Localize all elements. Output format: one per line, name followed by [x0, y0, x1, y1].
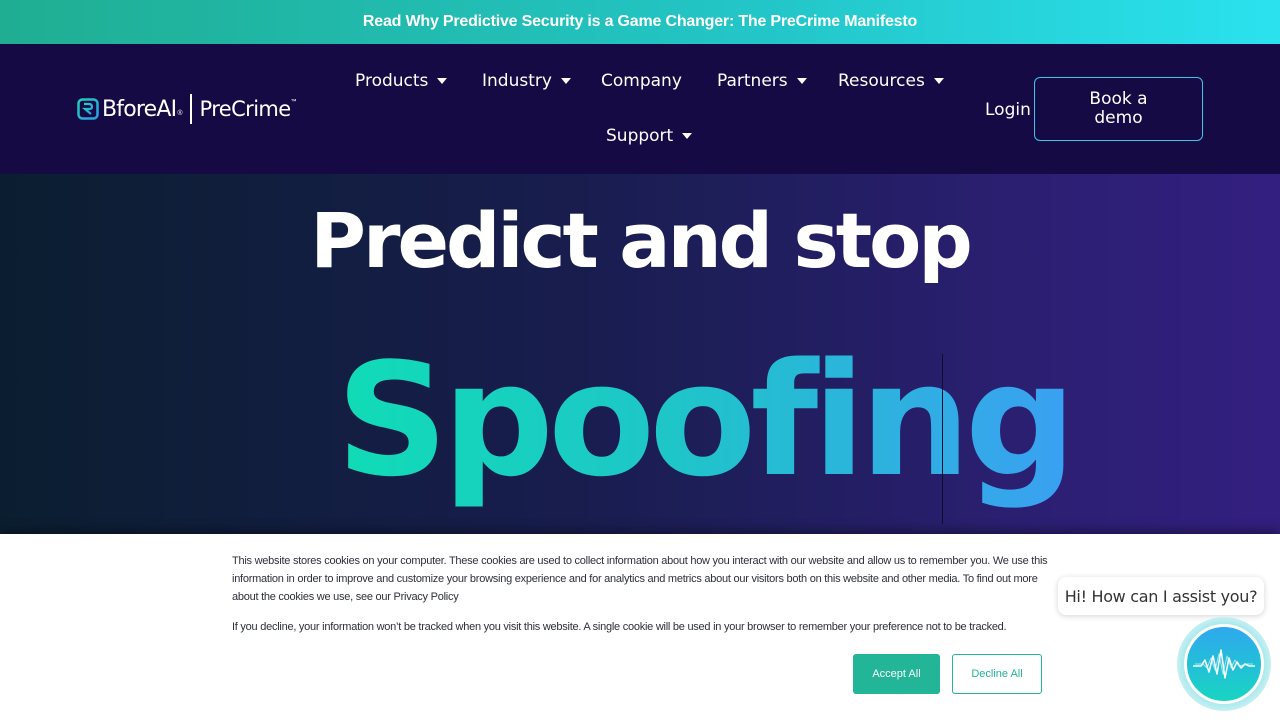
nav-partners[interactable]: Partners: [717, 71, 807, 91]
nav-products[interactable]: Products: [355, 71, 448, 91]
logo-trademark: ™: [290, 99, 297, 105]
chevron-down-icon: [560, 78, 571, 84]
decline-all-button[interactable]: Decline All: [952, 654, 1042, 694]
nav-company-label: Company: [601, 71, 682, 91]
sound-wave-icon: [1193, 649, 1255, 679]
cookie-banner: This website stores cookies on your comp…: [0, 534, 1280, 720]
hero-rotating-word: Spoofing: [336, 329, 1076, 511]
site-header: BforeAI ® PreCrime ™ Products Industry C…: [0, 44, 1280, 174]
cookie-decline-text: If you decline, your information won’t b…: [232, 621, 1007, 633]
cookie-notice-text: This website stores cookies on your comp…: [232, 555, 1048, 603]
logo[interactable]: BforeAI ® PreCrime ™: [77, 93, 297, 125]
logo-registered-mark: ®: [177, 109, 183, 117]
login-link[interactable]: Login: [985, 100, 1031, 120]
nav-support-label: Support: [606, 126, 674, 146]
announcement-bar: Read Why Predictive Security is a Game C…: [0, 0, 1280, 44]
nav-support[interactable]: Support: [606, 126, 693, 146]
chevron-down-icon: [796, 78, 807, 84]
chevron-down-icon: [437, 78, 448, 84]
nav-industry-label: Industry: [482, 71, 552, 91]
book-demo-button[interactable]: Book a demo: [1034, 77, 1203, 141]
logo-divider: [189, 94, 192, 124]
nav-partners-label: Partners: [717, 71, 788, 91]
nav-resources-label: Resources: [838, 71, 925, 91]
typing-cursor: [942, 354, 943, 524]
nav-industry[interactable]: Industry: [482, 71, 571, 91]
bforeai-logo-icon: [77, 98, 99, 120]
nav-company[interactable]: Company: [601, 71, 682, 91]
chat-greeting-bubble[interactable]: Hi! How can I assist you?: [1058, 577, 1264, 615]
chevron-down-icon: [933, 78, 944, 84]
logo-brand: BforeAI: [102, 96, 177, 122]
nav-resources[interactable]: Resources: [838, 71, 944, 91]
hero-section: Predict and stop Spoofing: [0, 174, 1280, 534]
chat-launcher-button[interactable]: [1177, 617, 1271, 711]
chevron-down-icon: [682, 133, 693, 139]
nav-products-label: Products: [355, 71, 429, 91]
hero-title: Predict and stop: [310, 196, 972, 285]
logo-product: PreCrime: [199, 97, 292, 121]
announcement-link[interactable]: Read Why Predictive Security is a Game C…: [363, 13, 917, 31]
accept-all-button[interactable]: Accept All: [853, 654, 940, 694]
chat-inner: [1184, 624, 1264, 704]
